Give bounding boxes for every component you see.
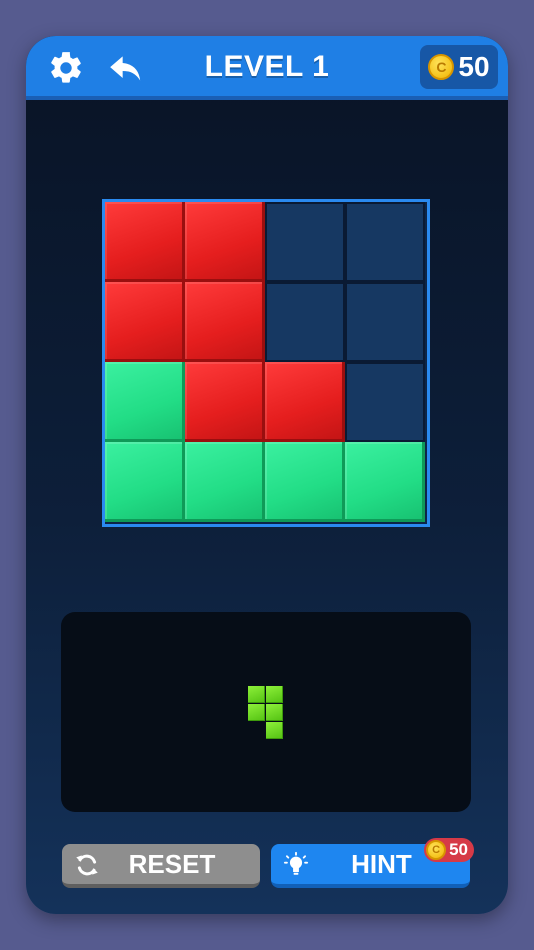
board-cell-red [185, 362, 265, 442]
piece-block [266, 704, 283, 721]
board-cell-empty[interactable] [265, 282, 345, 362]
piece-block [248, 704, 265, 721]
coin-icon: C [426, 840, 447, 860]
board-cell-empty[interactable] [265, 202, 345, 282]
board-cell-red [105, 282, 185, 362]
piece-block [248, 686, 265, 703]
game-screen: LEVEL 1 C 50 RESET HINT C 50 [26, 36, 508, 914]
board-cell-green [105, 362, 185, 442]
board-cell-green [345, 442, 425, 522]
board-cell-green [185, 442, 265, 522]
draggable-piece[interactable] [248, 686, 284, 740]
board-cell-red [185, 202, 265, 282]
board-cell-green [265, 442, 345, 522]
hint-cost-value: 50 [449, 840, 468, 859]
reset-button[interactable]: RESET [62, 844, 260, 888]
coin-count: 50 [458, 51, 490, 82]
piece-block [266, 686, 283, 703]
board-cell-red [105, 202, 185, 282]
board-cell-red [265, 362, 345, 442]
board-cell-green [105, 442, 185, 522]
game-board[interactable] [102, 199, 430, 527]
piece-block [266, 722, 283, 739]
hint-button[interactable]: HINT C 50 [271, 838, 474, 888]
top-bar: LEVEL 1 C 50 [26, 36, 508, 100]
board-cell-empty[interactable] [345, 202, 425, 282]
coin-icon: C [428, 54, 455, 80]
board-cell-red [185, 282, 265, 362]
hint-cost-badge: C 50 [424, 838, 474, 862]
lightbulb-icon [281, 850, 311, 880]
board-cell-empty[interactable] [345, 362, 425, 442]
board-cell-empty[interactable] [345, 282, 425, 362]
refresh-icon [72, 850, 102, 880]
coin-balance: C 50 [420, 45, 498, 89]
piece-tray [61, 612, 471, 812]
